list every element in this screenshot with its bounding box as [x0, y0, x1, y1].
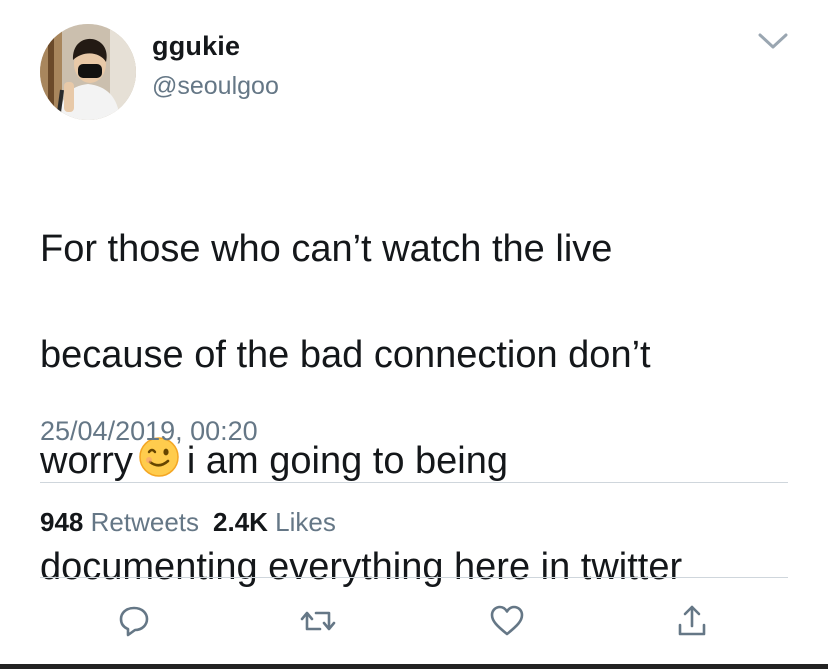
share-icon [678, 605, 706, 636]
like-button[interactable] [487, 601, 527, 641]
reply-icon [119, 606, 149, 637]
user-handle[interactable]: @seoulgoo [152, 72, 279, 101]
chevron-down-icon[interactable] [752, 26, 794, 56]
like-icon [490, 605, 524, 636]
likes-stat[interactable]: 2.4K Likes [213, 507, 336, 537]
retweet-icon [300, 611, 336, 631]
tweet-stats: 948 Retweets 2.4K Likes [40, 507, 336, 538]
retweets-count: 948 [40, 507, 84, 537]
tweet-line-4: documenting everything here in twitter [40, 546, 683, 588]
retweet-button[interactable] [298, 601, 338, 641]
reply-button[interactable] [114, 601, 154, 641]
display-name[interactable]: ggukie [152, 31, 240, 62]
divider [40, 482, 788, 483]
retweets-stat[interactable]: 948 Retweets [40, 507, 199, 537]
divider [40, 577, 788, 578]
likes-count: 2.4K [213, 507, 268, 537]
tweet-line-2: because of the bad connection don’t [40, 334, 651, 376]
retweets-label: Retweets [90, 507, 200, 537]
avatar[interactable] [40, 24, 136, 120]
bottom-edge [0, 664, 828, 669]
tweet-text: For those who can’t watch the live becau… [40, 170, 800, 647]
likes-label: Likes [275, 507, 336, 537]
share-button[interactable] [672, 601, 712, 641]
tweet-line-1: For those who can’t watch the live [40, 228, 613, 270]
tweet-timestamp[interactable]: 25/04/2019, 00:20 [40, 416, 258, 447]
